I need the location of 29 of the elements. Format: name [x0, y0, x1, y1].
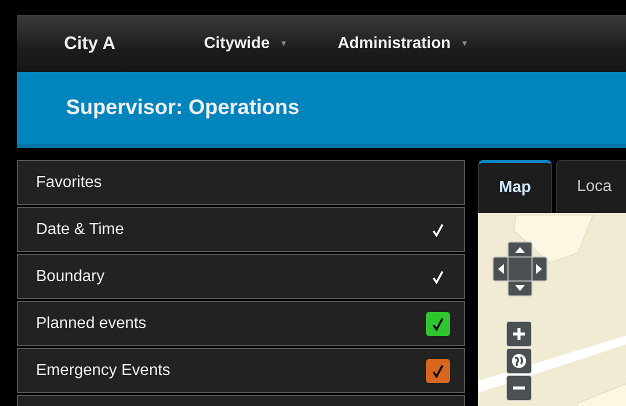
pan-control-icon[interactable] [492, 241, 548, 297]
layer-label: Boundary [36, 268, 104, 286]
nav-menu[interactable]: Administration ▼ [338, 34, 469, 52]
tab[interactable]: Map [478, 160, 552, 213]
checkbox[interactable] [426, 312, 450, 336]
check-mark-icon [432, 364, 444, 378]
plus-icon [512, 327, 526, 341]
layer-row[interactable]: Emergency Events [17, 348, 465, 393]
check-mark-icon [432, 316, 444, 330]
globe-button[interactable] [506, 348, 532, 374]
globe-icon [511, 353, 527, 369]
layer-row[interactable]: Planned events [17, 301, 465, 346]
layer-row[interactable]: Date & Time [17, 207, 465, 252]
layer-label: Date & Time [36, 220, 124, 238]
layer-row[interactable]: Favorites [17, 160, 465, 205]
zoom-in-button[interactable] [506, 321, 532, 347]
layer-row[interactable]: Boundary [17, 254, 465, 299]
page-title: Supervisor: Operations [66, 96, 300, 120]
layer-label: Favorites [36, 174, 102, 192]
caret-icon: ▼ [460, 39, 469, 48]
tab[interactable]: Loca [556, 160, 626, 213]
zoom-out-button[interactable] [506, 375, 532, 401]
minus-icon [512, 386, 526, 390]
checkbox[interactable] [426, 358, 450, 382]
layer-label: Emergency Events [36, 362, 170, 380]
layer-label: Planned events [36, 314, 146, 332]
nav-menu[interactable]: Citywide ▼ [204, 34, 288, 52]
brand-title[interactable]: City A [64, 33, 204, 54]
caret-icon: ▼ [280, 39, 288, 48]
